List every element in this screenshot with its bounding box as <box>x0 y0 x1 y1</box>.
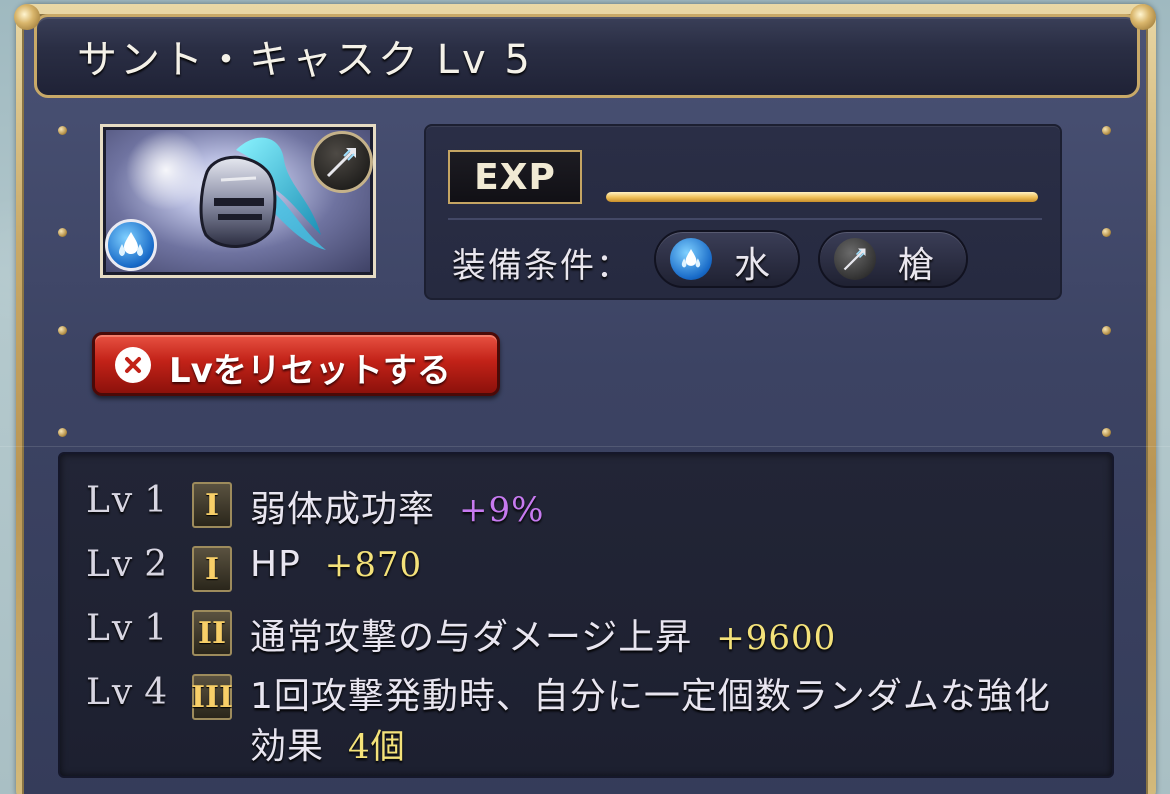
spear-icon <box>311 131 373 193</box>
requirement-label: 槍 <box>898 245 935 286</box>
exp-bar-fill <box>606 192 1038 202</box>
skill-row: Lv 1 II 通常攻撃の与ダメージ上昇 +9600 <box>60 608 1110 668</box>
spear-icon <box>834 238 876 280</box>
equip-requirement-label: 装備条件： <box>452 246 632 286</box>
divider <box>448 218 1042 220</box>
screw-icon <box>58 326 67 335</box>
skill-description: HP +870 <box>250 544 423 585</box>
skill-value: 4個 <box>348 727 406 767</box>
skill-tier-badge: III <box>191 674 233 720</box>
item-info-panel: EXP 装備条件： 水 槍 <box>424 124 1062 300</box>
screw-icon <box>58 428 67 437</box>
title-bar: サント・キャスク Lv 5 <box>34 14 1140 98</box>
skill-description: 通常攻撃の与ダメージ上昇 +9600 <box>250 617 837 658</box>
water-icon <box>105 219 157 271</box>
frame-corner-ornament <box>1130 4 1156 30</box>
skill-level: Lv 4 <box>86 672 170 713</box>
item-thumbnail[interactable] <box>100 124 376 278</box>
exp-label: EXP <box>448 150 582 204</box>
skill-row: Lv 4 III 1回攻撃発動時、自分に一定個数ランダムな強化効果 4個 <box>60 672 1110 772</box>
exp-bar <box>606 192 1038 202</box>
water-icon <box>670 238 712 280</box>
skill-tier-badge: I <box>192 482 232 528</box>
skill-tier-badge: I <box>192 546 232 592</box>
screw-icon <box>1102 326 1111 335</box>
divider <box>0 446 1170 447</box>
screw-icon <box>1102 228 1111 237</box>
frame-corner-ornament <box>14 4 40 30</box>
screw-icon <box>58 228 67 237</box>
reset-level-button[interactable]: Lvをリセットする <box>92 332 500 396</box>
skill-level: Lv 1 <box>86 480 170 521</box>
requirement-element-water: 水 <box>654 230 800 288</box>
skill-level: Lv 1 <box>86 608 170 649</box>
requirement-label: 水 <box>734 245 771 286</box>
requirement-weapon-spear: 槍 <box>818 230 968 288</box>
screw-icon <box>58 126 67 135</box>
skill-value: +9% <box>459 490 545 530</box>
skill-value: +870 <box>324 545 423 585</box>
skill-level: Lv 2 <box>86 544 170 585</box>
skill-tier-badge: II <box>192 610 232 656</box>
skill-row: Lv 2 I HP +870 <box>60 544 1110 604</box>
screw-icon <box>1102 126 1111 135</box>
skill-description: 弱体成功率 +9% <box>250 489 545 530</box>
reset-level-label: Lvをリセットする <box>169 351 451 391</box>
screw-icon <box>1102 428 1111 437</box>
page-title: サント・キャスク Lv 5 <box>77 37 533 83</box>
close-icon <box>115 347 151 383</box>
skill-row: Lv 1 I 弱体成功率 +9% <box>60 480 1110 540</box>
skill-value: +9600 <box>716 618 837 658</box>
skill-description: 1回攻撃発動時、自分に一定個数ランダムな強化効果 4個 <box>250 676 1051 767</box>
skills-panel: Lv 1 I 弱体成功率 +9% Lv 2 I HP +870 Lv 1 II 通常攻撃の… <box>58 452 1114 778</box>
